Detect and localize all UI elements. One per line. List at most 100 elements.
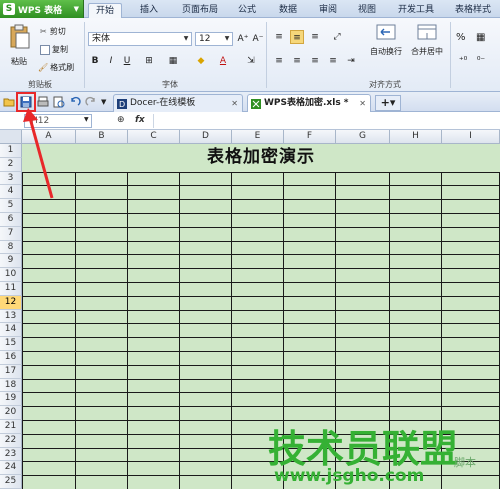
row-header[interactable]: 6 (0, 213, 22, 227)
row-header[interactable]: 15 (0, 337, 22, 351)
row-header[interactable]: 5 (0, 199, 22, 213)
paste-icon (10, 24, 30, 49)
align-center-button[interactable]: ≡ (290, 54, 304, 68)
font-name-combo[interactable]: 宋体 ▼ (88, 32, 192, 46)
row-header[interactable]: 10 (0, 268, 22, 282)
column-header[interactable]: D (180, 130, 232, 144)
close-icon[interactable]: ✕ (231, 95, 238, 112)
grid-line (75, 171, 76, 489)
fill-color-button[interactable]: ◆ (194, 54, 208, 68)
row-header[interactable]: 7 (0, 226, 22, 241)
formula-input[interactable] (153, 114, 498, 128)
menu-tab[interactable]: 公式 (230, 3, 264, 18)
row-header[interactable]: 25 (0, 475, 22, 489)
row-header[interactable]: 13 (0, 309, 22, 324)
menu-tab[interactable]: 开始 (88, 3, 122, 18)
bold-button[interactable]: B (88, 54, 102, 68)
column-header[interactable]: H (390, 130, 442, 144)
align-bottom-button[interactable]: ≡ (308, 30, 322, 44)
grid-line (22, 213, 500, 214)
column-header[interactable]: I (442, 130, 500, 144)
row-header[interactable]: 8 (0, 240, 22, 255)
justify-button[interactable]: ≡ (326, 54, 340, 68)
underline-button[interactable]: U (120, 54, 134, 68)
clipboard-group-label: 剪贴板 (28, 80, 52, 89)
row-header[interactable]: 1 (0, 144, 22, 158)
name-box[interactable]: H12 (24, 114, 92, 128)
menu-tab[interactable]: 插入 (132, 3, 166, 18)
row-header[interactable]: 24 (0, 461, 22, 476)
row-header[interactable]: 18 (0, 378, 22, 393)
indent-button[interactable]: ⇥ (344, 54, 358, 68)
font-size-combo[interactable]: 12 ▼ (195, 32, 233, 46)
more-font-button[interactable]: ⇲ (244, 54, 258, 68)
increase-decimal-button[interactable]: ⁺⁰ (456, 54, 470, 68)
customize-toolbar-icon[interactable]: ▼ (101, 96, 113, 108)
row-header[interactable]: 22 (0, 433, 22, 448)
menu-tab[interactable]: 表格样式 (448, 3, 498, 18)
column-header[interactable]: B (76, 130, 128, 144)
menu-tab[interactable]: 审阅 (312, 3, 344, 18)
row-header[interactable]: 12 (0, 295, 22, 310)
zoom-icon[interactable]: ⊕ (117, 115, 125, 125)
select-all-corner[interactable] (0, 130, 22, 144)
align-middle-button[interactable]: ≡ (290, 30, 304, 44)
chevron-down-icon[interactable]: ▼ (84, 116, 89, 123)
app-menu-button[interactable]: S WPS 表格 ▼ (0, 0, 84, 18)
menu-tab[interactable]: 开发工具 (392, 3, 440, 18)
row-header[interactable]: 3 (0, 171, 22, 186)
menu-tab[interactable]: 数据 (272, 3, 304, 18)
row-header[interactable]: 14 (0, 323, 22, 338)
grid-line (179, 171, 180, 489)
row-header[interactable]: 16 (0, 351, 22, 365)
orientation-button[interactable]: ⤢ (330, 30, 344, 44)
border-button[interactable]: ⊞ (142, 54, 156, 68)
row-header[interactable]: 4 (0, 185, 22, 200)
align-top-button[interactable]: ≡ (272, 30, 286, 44)
new-tab-button[interactable]: +▾ (375, 95, 401, 111)
cell-style-button[interactable]: ▦ (166, 54, 180, 68)
row-header[interactable]: 9 (0, 254, 22, 269)
doc-tab-wps-file[interactable]: WPS表格加密.xls * ✕ (247, 94, 371, 112)
redo-icon[interactable] (85, 96, 97, 108)
align-left-button[interactable]: ≡ (272, 54, 286, 68)
column-header[interactable]: C (128, 130, 180, 144)
copy-button[interactable]: 复制 (40, 44, 68, 55)
grow-font-button[interactable]: A⁺ (236, 32, 250, 46)
menu-tab[interactable]: 视图 (350, 3, 384, 18)
column-header[interactable]: A (22, 130, 76, 144)
align-right-button[interactable]: ≡ (308, 54, 322, 68)
row-header[interactable]: 21 (0, 420, 22, 434)
menu-tab[interactable]: 页面布局 (176, 3, 224, 18)
column-header[interactable]: E (232, 130, 284, 144)
chevron-down-icon: ▼ (183, 35, 189, 42)
row-header[interactable]: 20 (0, 406, 22, 420)
italic-button[interactable]: I (104, 54, 118, 68)
row-header[interactable]: 19 (0, 392, 22, 407)
doc-tab-docer[interactable]: D Docer-在线模板 ✕ (113, 94, 243, 112)
wrap-text-button[interactable]: 自动换行 (368, 24, 404, 57)
shrink-font-button[interactable]: A⁻ (251, 32, 265, 46)
print-icon[interactable] (37, 96, 49, 108)
merge-center-button[interactable]: 合并居中 (408, 24, 446, 57)
number-format-button[interactable]: ▦ (476, 32, 485, 43)
close-icon[interactable]: ✕ (359, 95, 366, 112)
row-header[interactable]: 11 (0, 282, 22, 296)
percent-button[interactable]: % (456, 32, 466, 43)
paste-button[interactable]: 粘贴 (6, 24, 32, 67)
row-header[interactable]: 23 (0, 447, 22, 462)
open-folder-icon[interactable] (3, 96, 15, 108)
print-preview-icon[interactable] (53, 96, 65, 108)
column-header[interactable]: G (336, 130, 390, 144)
font-color-button[interactable]: A (216, 54, 230, 68)
decrease-decimal-button[interactable]: ⁰⁻ (474, 54, 488, 68)
cut-button[interactable]: ✂ 剪切 (40, 26, 66, 37)
column-header[interactable]: F (284, 130, 336, 144)
undo-icon[interactable] (69, 96, 81, 108)
doc-tab-label: Docer-在线模板 (130, 98, 196, 108)
format-painter-button[interactable]: 🖌 格式刷 (38, 62, 74, 73)
sheet-title-cell[interactable]: 表格加密演示 (22, 144, 500, 172)
function-button[interactable]: fx (135, 115, 145, 125)
row-header[interactable]: 17 (0, 364, 22, 379)
row-header[interactable]: 2 (0, 157, 22, 172)
